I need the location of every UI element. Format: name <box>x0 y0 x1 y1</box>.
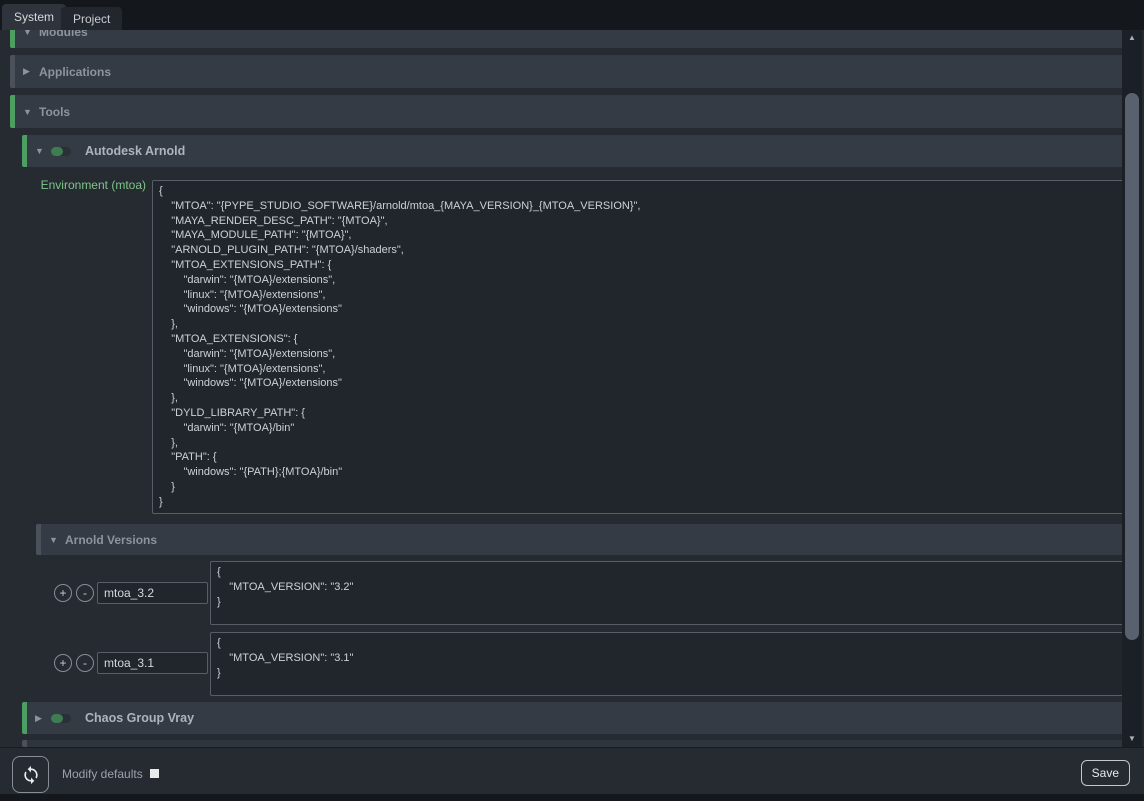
arnold-enabled-toggle[interactable] <box>51 147 71 156</box>
refresh-icon <box>21 765 41 785</box>
chevron-right-icon: ▶ <box>23 66 39 77</box>
chevron-down-icon: ▼ <box>35 146 51 156</box>
version-name-input[interactable] <box>97 582 208 604</box>
version-environment-editor[interactable]: { "MTOA_VERSION": "3.1" } <box>210 632 1124 696</box>
modify-defaults-label: Modify defaults <box>62 767 143 781</box>
toggle-knob <box>51 147 63 156</box>
section-label-autodesk-arnold: Autodesk Arnold <box>85 144 185 158</box>
chevron-right-icon: ▶ <box>35 713 51 724</box>
section-header-partial[interactable] <box>22 740 1126 747</box>
refresh-button[interactable] <box>12 756 49 793</box>
toggle-knob <box>51 714 63 723</box>
add-version-button[interactable]: + <box>54 654 72 672</box>
window-bottom-strip <box>0 794 1144 801</box>
section-header-applications[interactable]: ▶ Applications <box>10 55 1126 88</box>
scroll-up-icon[interactable]: ▲ <box>1122 30 1142 46</box>
section-header-arnold-versions[interactable]: ▼ Arnold Versions <box>36 524 1126 555</box>
remove-version-button[interactable]: - <box>76 584 94 602</box>
vertical-scrollbar[interactable]: ▲ ▼ <box>1122 30 1142 747</box>
save-button[interactable]: Save <box>1081 760 1130 786</box>
chevron-down-icon: ▼ <box>23 107 39 117</box>
section-header-autodesk-arnold[interactable]: ▼ Autodesk Arnold <box>22 135 1126 167</box>
scroll-down-icon[interactable]: ▼ <box>1122 731 1142 747</box>
tab-bar: System Project <box>0 0 1144 30</box>
footer-bar: Modify defaults Save <box>0 747 1144 794</box>
chevron-down-icon: ▼ <box>49 535 65 545</box>
tab-system-label: System <box>14 10 54 24</box>
section-label-applications: Applications <box>39 65 111 79</box>
section-header-chaos-group-vray[interactable]: ▶ Chaos Group Vray <box>22 702 1126 734</box>
modify-defaults-checkbox[interactable] <box>150 769 159 778</box>
remove-version-button[interactable]: - <box>76 654 94 672</box>
environment-mtoa-label: Environment (mtoa) <box>10 178 146 192</box>
version-environment-editor[interactable]: { "MTOA_VERSION": "3.2" } <box>210 561 1124 625</box>
environment-mtoa-editor[interactable]: { "MTOA": "{PYPE_STUDIO_SOFTWARE}/arnold… <box>152 180 1124 514</box>
section-label-arnold-versions: Arnold Versions <box>65 533 157 547</box>
section-label-tools: Tools <box>39 105 70 119</box>
add-version-button[interactable]: + <box>54 584 72 602</box>
version-name-input[interactable] <box>97 652 208 674</box>
section-header-tools[interactable]: ▼ Tools <box>10 95 1126 128</box>
save-button-label: Save <box>1092 766 1119 780</box>
tab-project[interactable]: Project <box>61 7 122 30</box>
section-label-chaos-group-vray: Chaos Group Vray <box>85 711 194 725</box>
tab-system[interactable]: System <box>2 4 66 30</box>
scrollbar-thumb[interactable] <box>1125 93 1139 640</box>
vray-enabled-toggle[interactable] <box>51 714 71 723</box>
tab-project-label: Project <box>73 12 110 26</box>
